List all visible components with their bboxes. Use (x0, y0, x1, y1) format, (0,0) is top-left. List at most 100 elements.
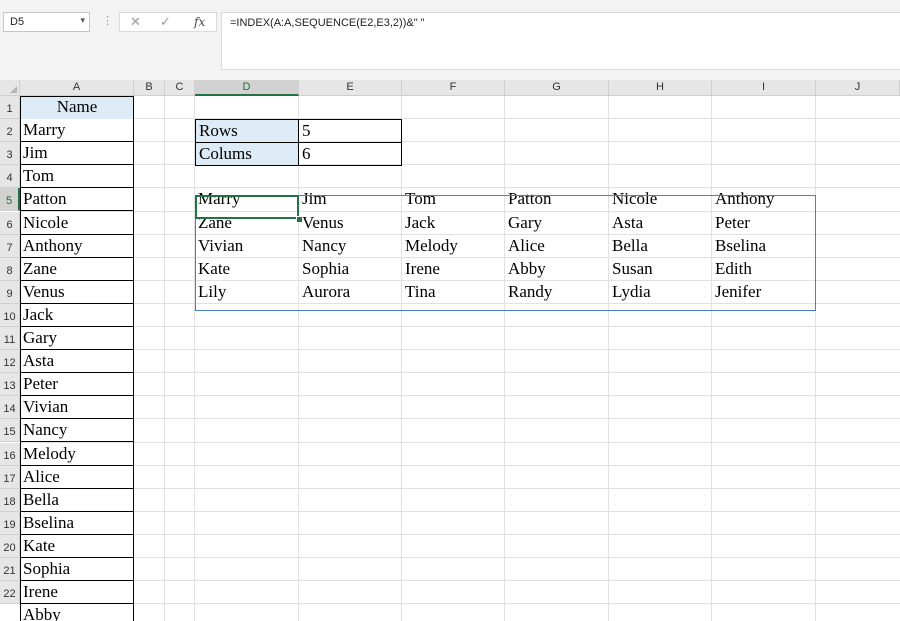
spill-cell[interactable]: Susan (609, 258, 712, 281)
name-cell[interactable]: Venus (20, 281, 134, 304)
spill-cell[interactable]: Edith (712, 258, 816, 281)
name-box-value: D5 (10, 16, 25, 28)
spill-cell[interactable]: Nicole (609, 188, 712, 211)
row-header-10[interactable]: 10 (0, 303, 20, 327)
name-cell[interactable]: Patton (20, 188, 134, 212)
name-cell[interactable]: Vivian (20, 396, 134, 420)
row-header-7[interactable]: 7 (0, 234, 20, 258)
name-cell[interactable]: Sophia (20, 558, 134, 582)
spill-cell[interactable]: Randy (505, 281, 609, 304)
column-header-f[interactable]: F (402, 80, 505, 96)
param-value-cell[interactable]: 6 (298, 142, 402, 167)
row-header-21[interactable]: 21 (0, 558, 20, 582)
spill-cell[interactable]: Peter (712, 212, 816, 235)
column-header-b[interactable]: B (134, 80, 165, 96)
spill-cell[interactable]: Sophia (299, 258, 402, 281)
worksheet-grid[interactable]: A B C D E F G H I J 1 2 3 4 5 6 7 8 9 10 11 12 13 14 15 16 17 18 19 2… (0, 80, 900, 621)
spill-cell[interactable]: Zane (195, 212, 299, 235)
insert-function-icon[interactable]: fx (194, 15, 205, 29)
spill-cell[interactable]: Vivian (195, 235, 299, 258)
name-cell[interactable]: Nancy (20, 419, 134, 443)
name-cell[interactable]: Melody (20, 443, 134, 466)
spill-cell[interactable]: Asta (609, 212, 712, 235)
select-all-button[interactable] (0, 80, 20, 96)
column-header-h[interactable]: H (609, 80, 712, 96)
name-cell[interactable]: Jim (20, 142, 134, 166)
name-cell[interactable]: Alice (20, 466, 134, 489)
name-cell[interactable]: Bella (20, 489, 134, 512)
name-cell[interactable]: Nicole (20, 212, 134, 235)
row-header-4[interactable]: 4 (0, 165, 20, 189)
spill-cell[interactable]: Jenifer (712, 281, 816, 304)
row-header-8[interactable]: 8 (0, 257, 20, 281)
row-header-20[interactable]: 20 (0, 534, 20, 558)
row-header-16[interactable]: 16 (0, 442, 20, 466)
column-header-g[interactable]: G (505, 80, 609, 96)
row-header-22[interactable]: 22 (0, 581, 20, 605)
column-header-a[interactable]: A (20, 80, 134, 96)
more-options-icon[interactable]: ⋮ (102, 14, 113, 27)
name-cell[interactable]: Abby (20, 604, 134, 621)
name-cell[interactable]: Gary (20, 327, 134, 351)
name-cell[interactable]: Irene (20, 581, 134, 605)
spill-cell[interactable]: Melody (402, 235, 505, 258)
row-header-9[interactable]: 9 (0, 280, 20, 304)
name-cell[interactable]: Bselina (20, 512, 134, 535)
name-cell[interactable]: Kate (20, 535, 134, 558)
name-cell[interactable]: Asta (20, 350, 134, 374)
spill-cell[interactable]: Anthony (712, 188, 816, 211)
param-label-cell[interactable]: Rows (195, 119, 299, 144)
spill-cell[interactable]: Tom (402, 188, 505, 211)
name-cell[interactable]: Tom (20, 165, 134, 189)
name-cell[interactable]: Marry (20, 119, 134, 143)
chevron-down-icon[interactable]: ▾ (80, 15, 85, 26)
spill-cell[interactable]: Lily (195, 281, 299, 304)
column-header-c[interactable]: C (165, 80, 195, 96)
row-header-19[interactable]: 19 (0, 511, 20, 535)
column-header-i[interactable]: I (712, 80, 816, 96)
fill-handle[interactable] (296, 216, 303, 223)
spill-cell[interactable]: Jack (402, 212, 505, 235)
spill-cell[interactable]: Tina (402, 281, 505, 304)
name-header-cell[interactable]: Name (20, 96, 134, 120)
row-header-17[interactable]: 17 (0, 465, 20, 489)
spill-cell[interactable]: Kate (195, 258, 299, 281)
row-header-6[interactable]: 6 (0, 211, 20, 235)
row-header-11[interactable]: 11 (0, 327, 20, 351)
spill-cell[interactable]: Nancy (299, 235, 402, 258)
spill-cell[interactable]: Gary (505, 212, 609, 235)
row-header-3[interactable]: 3 (0, 142, 20, 166)
spill-cell[interactable]: Marry (195, 188, 299, 211)
row-header-1[interactable]: 1 (0, 96, 20, 120)
formula-input[interactable]: =INDEX(A:A,SEQUENCE(E2,E3,2))&" " (221, 12, 900, 70)
column-header-e[interactable]: E (299, 80, 402, 96)
row-header-5[interactable]: 5 (0, 188, 20, 212)
row-header-2[interactable]: 2 (0, 119, 20, 143)
spill-cell[interactable]: Alice (505, 235, 609, 258)
cancel-icon[interactable]: ✕ (130, 14, 141, 30)
param-label-cell[interactable]: Colums (195, 142, 299, 167)
enter-icon[interactable]: ✓ (160, 14, 171, 30)
row-header-14[interactable]: 14 (0, 396, 20, 420)
spill-cell[interactable]: Patton (505, 188, 609, 211)
spill-cell[interactable]: Aurora (299, 281, 402, 304)
param-value-cell[interactable]: 5 (298, 119, 402, 144)
name-cell[interactable]: Anthony (20, 235, 134, 258)
spill-cell[interactable]: Irene (402, 258, 505, 281)
name-cell[interactable]: Zane (20, 258, 134, 281)
name-cell[interactable]: Peter (20, 373, 134, 397)
spill-cell[interactable]: Bselina (712, 235, 816, 258)
name-cell[interactable]: Jack (20, 304, 134, 327)
spill-cell[interactable]: Venus (299, 212, 402, 235)
row-header-18[interactable]: 18 (0, 488, 20, 512)
column-header-d[interactable]: D (195, 80, 299, 96)
row-header-12[interactable]: 12 (0, 350, 20, 374)
row-header-15[interactable]: 15 (0, 419, 20, 443)
spill-cell[interactable]: Abby (505, 258, 609, 281)
spill-cell[interactable]: Bella (609, 235, 712, 258)
row-header-13[interactable]: 13 (0, 373, 20, 397)
spill-cell[interactable]: Jim (299, 188, 402, 211)
column-header-j[interactable]: J (816, 80, 900, 96)
spill-cell[interactable]: Lydia (609, 281, 712, 304)
name-box[interactable]: D5 ▾ (3, 12, 90, 32)
